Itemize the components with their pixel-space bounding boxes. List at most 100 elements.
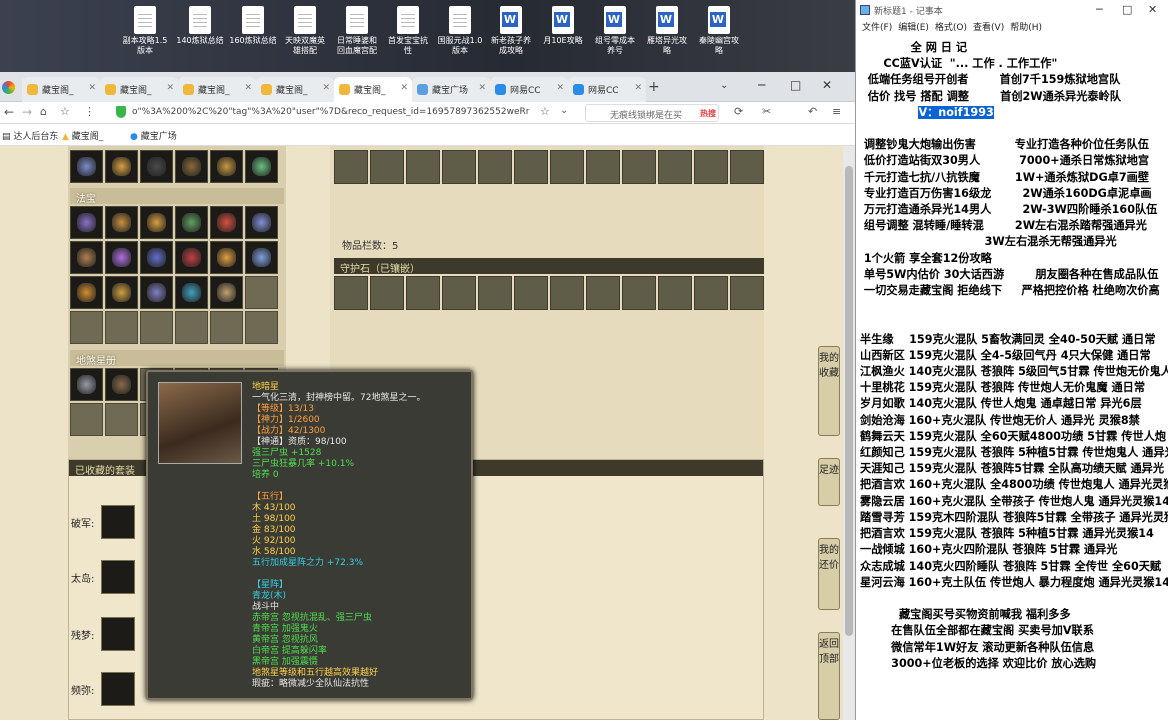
tab-close-icon[interactable]: ✕ (556, 83, 564, 93)
bookmark-item[interactable]: ● 藏宝广场 (130, 129, 177, 142)
bookmark-item[interactable]: ▲ 藏宝阁_ (62, 129, 103, 142)
notepad-minimize-icon[interactable]: ─ (1096, 3, 1103, 16)
desktop-text-file-icon[interactable]: 140炼狱总结 (175, 6, 225, 46)
desktop-text-file-icon[interactable]: 首发宝宝抗 性 (383, 6, 433, 56)
item-slot[interactable] (140, 206, 173, 239)
close-window-icon[interactable]: ✕ (822, 78, 832, 92)
item-slot[interactable] (245, 150, 278, 183)
item-slot[interactable] (105, 150, 138, 183)
undo-icon[interactable]: ↶ (808, 105, 817, 118)
home-icon[interactable]: ⌂ (40, 105, 47, 118)
notepad-menu-item[interactable]: 编辑(E) (898, 23, 929, 33)
bookmark-item[interactable]: ▤ 达人后台东 (2, 129, 58, 142)
item-slot[interactable] (70, 368, 103, 401)
browser-tab[interactable]: 网易CC ✕ (490, 77, 568, 102)
desktop-word-file-icon[interactable]: 新老孩子养 成攻略 (486, 6, 536, 56)
item-slot[interactable] (245, 206, 278, 239)
tab-close-icon[interactable]: ✕ (400, 83, 408, 93)
shield-icon[interactable] (116, 106, 126, 118)
search-input[interactable]: 无痕线锁绑是在买 (610, 108, 682, 121)
browser-logo-icon[interactable] (2, 81, 15, 94)
item-slot[interactable] (105, 368, 138, 401)
item-slot[interactable] (70, 206, 103, 239)
tab-close-icon[interactable]: ✕ (634, 83, 642, 93)
desktop-word-file-icon[interactable]: 月10E攻略 (538, 6, 588, 46)
tooltip-line: 黄帝宫 忽视抗风 (252, 635, 318, 645)
notepad-menu-item[interactable]: 格式(O) (935, 23, 967, 33)
browser-tab[interactable]: 藏宝阁_ ✕ (178, 77, 256, 102)
item-slot[interactable] (210, 276, 243, 309)
desktop-word-file-icon[interactable]: 秦陵幽宫攻 略 (694, 6, 744, 56)
suit-icon[interactable] (101, 617, 135, 651)
notepad-menu-item[interactable]: 帮助(H) (1010, 23, 1042, 33)
back-icon[interactable]: ← (4, 105, 14, 119)
tab-close-icon[interactable]: ✕ (322, 83, 330, 93)
search-box[interactable]: 无痕线锁绑是在买 热搜 (585, 104, 719, 122)
scrollbar-thumb[interactable] (845, 166, 853, 636)
tab-close-icon[interactable]: ✕ (88, 83, 96, 93)
scissors-icon[interactable]: ✂ (762, 105, 771, 118)
item-slot[interactable] (175, 241, 208, 274)
item-slot[interactable] (70, 241, 103, 274)
item-slot[interactable] (175, 206, 208, 239)
item-slot[interactable] (245, 241, 278, 274)
item-slot[interactable] (210, 150, 243, 183)
address-input[interactable]: o"%3A%200%2C%20"tag"%3A%20"user"%7D&reco… (132, 105, 530, 121)
item-slot[interactable] (105, 206, 138, 239)
browser-tab[interactable]: 藏宝广场 ✕ (412, 77, 490, 102)
new-tab-button[interactable]: + (648, 79, 660, 95)
desktop-text-file-icon[interactable]: 日常睡婆和 回血魔宫配 (332, 6, 382, 56)
item-slot[interactable] (140, 241, 173, 274)
tab-close-icon[interactable]: ✕ (244, 83, 252, 93)
browser-tab[interactable]: 网易CC ✕ (568, 77, 646, 102)
tab-list-chevron-icon[interactable]: ⌄ (720, 80, 728, 91)
tab-favicon-icon (495, 84, 506, 95)
notepad-close-icon[interactable]: ✕ (1148, 3, 1157, 16)
item-slot[interactable] (140, 150, 173, 183)
browser-tab[interactable]: 藏宝阁_ ✕ (100, 77, 178, 102)
item-slot[interactable] (175, 276, 208, 309)
nav-my-offers[interactable]: 我的还价 (818, 538, 840, 610)
desktop-word-file-icon[interactable]: 组号零成本 养号 (590, 6, 640, 56)
item-slot[interactable] (105, 276, 138, 309)
desktop-text-file-icon[interactable]: 160炼狱总结 (228, 6, 278, 46)
minimize-icon[interactable]: ─ (758, 78, 765, 92)
item-slot[interactable] (105, 241, 138, 274)
page-scrollbar[interactable] (843, 146, 855, 720)
notepad-text-area[interactable]: 全 网 日 记 CC蓝V认证 "... 工作 . 工作工作" 低端任务组号开创者… (860, 40, 1168, 718)
tab-close-icon[interactable]: ✕ (478, 83, 486, 93)
notepad-menu-item[interactable]: 查看(V) (973, 23, 1004, 33)
suit-icon[interactable] (101, 672, 135, 706)
item-slot[interactable] (70, 150, 103, 183)
tab-close-icon[interactable]: ✕ (166, 83, 174, 93)
browser-tab[interactable]: 藏宝阁_ ✕ (334, 77, 412, 102)
nav-back-to-top[interactable]: 返回顶部 (818, 632, 840, 720)
nav-footprint[interactable]: 足迹 (818, 458, 840, 506)
menu-icon[interactable]: ≡ (832, 105, 841, 118)
item-slot[interactable] (210, 206, 243, 239)
desktop-text-file-icon[interactable]: 国服元战1.0 版本 (435, 6, 485, 56)
notepad-maximize-icon[interactable]: □ (1122, 3, 1132, 16)
bookmark-star-icon[interactable]: ☆ (540, 105, 550, 118)
browser-tab[interactable]: 藏宝阁_ ✕ (22, 77, 100, 102)
desktop-text-file-icon[interactable]: 天映双魔英 雄搭配 (280, 6, 330, 56)
desktop-word-file-icon[interactable]: 雁塔异光攻 略 (642, 6, 692, 56)
refresh-icon[interactable]: ⟳ (734, 105, 743, 118)
item-slot[interactable] (140, 276, 173, 309)
maximize-icon[interactable]: □ (790, 78, 801, 92)
notepad-menu-item[interactable]: 文件(F) (862, 23, 892, 33)
browser-tab[interactable]: 藏宝阁_ ✕ (256, 77, 334, 102)
suit-icon[interactable] (101, 560, 135, 594)
more-icon[interactable]: ⋮ (84, 105, 95, 118)
item-slot[interactable] (175, 150, 208, 183)
star-icon[interactable]: ☆ (60, 105, 70, 118)
nav-my-favorites[interactable]: 我的收藏 (818, 346, 840, 436)
item-slot[interactable] (70, 276, 103, 309)
dropdown-icon[interactable]: ⌄ (560, 105, 568, 116)
suit-icon[interactable] (101, 505, 135, 539)
forward-icon[interactable]: → (22, 105, 32, 119)
desktop-text-file-icon[interactable]: 副本攻略1.5 版本 (120, 6, 170, 56)
bookmarks-bar: ▤ 达人后台东 ▲ 藏宝阁_ ● 藏宝广场 (0, 124, 855, 146)
item-slot[interactable] (210, 241, 243, 274)
tooltip-line: 五行加成星阵之力 +72.3% (252, 558, 363, 568)
